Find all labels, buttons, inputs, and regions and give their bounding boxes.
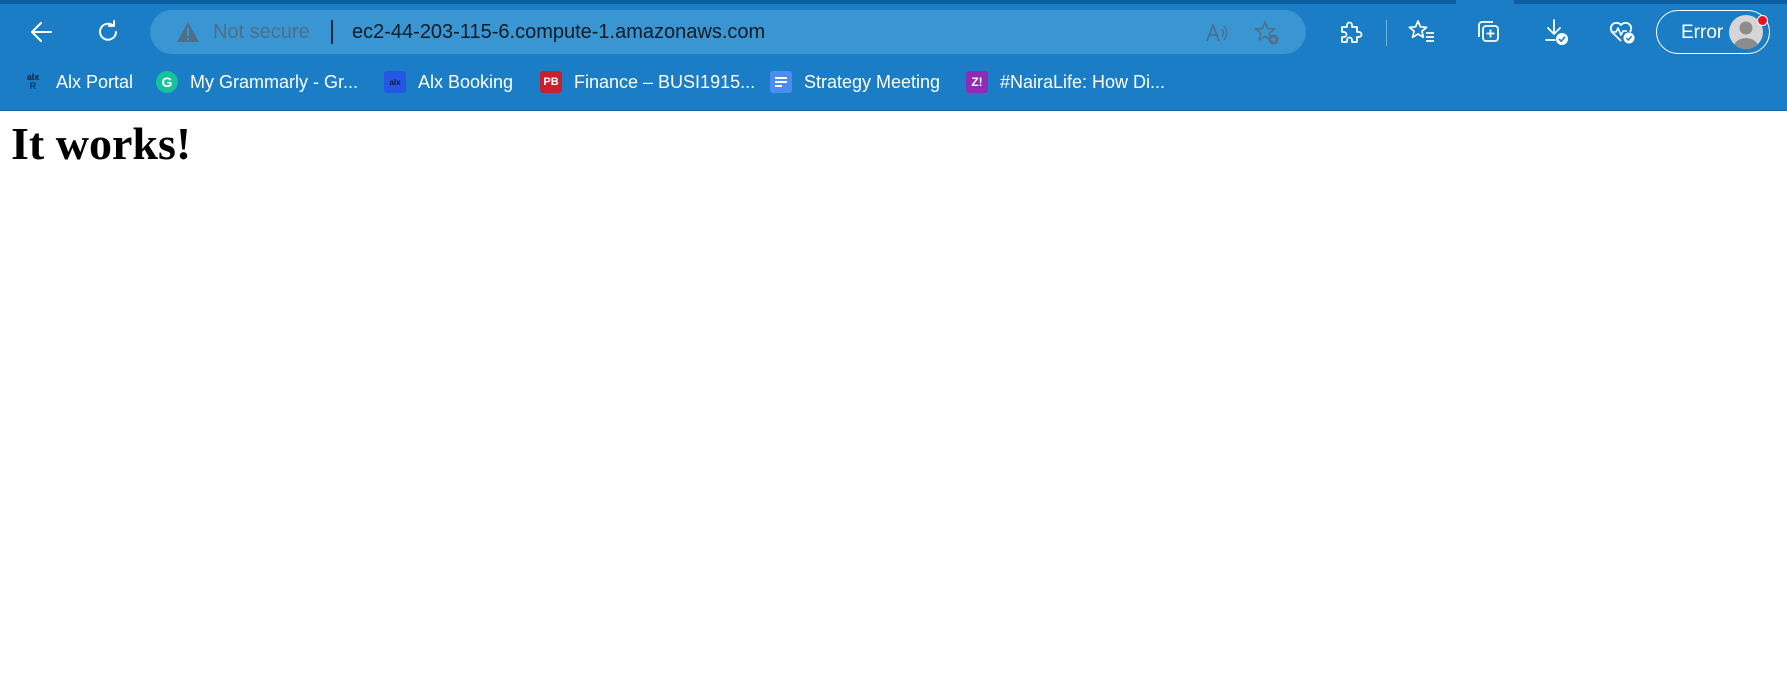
- browser-essentials-icon: [1609, 21, 1635, 44]
- bookmark-label: Alx Booking: [418, 71, 514, 92]
- bookmark-label: Alx Portal: [56, 71, 134, 92]
- download-icon: [1545, 19, 1568, 45]
- pb-icon: PB: [540, 71, 562, 93]
- back-button[interactable]: [20, 10, 64, 54]
- bookmark-label: Finance – BUSI1915...: [574, 71, 756, 92]
- favorites-button[interactable]: [1400, 10, 1444, 54]
- page-heading: It works!: [11, 118, 192, 169]
- extensions-button[interactable]: [1328, 10, 1372, 54]
- google-docs-icon: [770, 71, 792, 93]
- bookmark-alx-booking[interactable]: alx Alx Booking: [384, 68, 513, 96]
- browser-toolbar: Not secure ec2-44-203-115-6.compute-1.am…: [0, 4, 1787, 62]
- profile-status-label: Error: [1681, 22, 1724, 43]
- toolbar-separator: [1386, 20, 1387, 46]
- security-status-label[interactable]: Not secure: [213, 21, 310, 44]
- add-favorite-icon: [1254, 21, 1279, 45]
- refresh-icon: [99, 20, 117, 41]
- alx-r-icon: alx R: [26, 72, 40, 91]
- page-content: It works!: [0, 111, 1787, 675]
- back-arrow-icon: [31, 22, 52, 42]
- read-aloud-button[interactable]: [1204, 20, 1230, 46]
- bookmark-strategy-meeting[interactable]: Strategy Meeting: [770, 68, 940, 96]
- collections-icon: [1478, 21, 1499, 42]
- bookmark-nairalife[interactable]: Z! #NairaLife: How Di...: [966, 68, 1165, 96]
- bookmark-label: Strategy Meeting: [804, 71, 941, 92]
- alx-icon: alx: [384, 71, 406, 93]
- favorites-list-icon: [1408, 20, 1434, 42]
- browser-essentials-button[interactable]: [1600, 10, 1644, 54]
- bookmark-grammarly[interactable]: G My Grammarly - Gr...: [156, 68, 358, 96]
- add-favorite-button[interactable]: [1254, 20, 1280, 46]
- puzzle-piece-icon: [1341, 21, 1363, 43]
- favorites-bar: alx R Alx Portal G My Grammarly - Gr... …: [0, 62, 1787, 102]
- address-bar[interactable]: Not secure ec2-44-203-115-6.compute-1.am…: [150, 10, 1306, 54]
- url-text[interactable]: ec2-44-203-115-6.compute-1.amazonaws.com: [352, 21, 765, 44]
- profile-button[interactable]: Error: [1656, 10, 1770, 54]
- bookmark-alx-portal[interactable]: alx R Alx Portal: [22, 68, 133, 96]
- error-status-dot: [1757, 15, 1768, 26]
- bookmark-label: My Grammarly - Gr...: [190, 71, 358, 92]
- bookmark-finance[interactable]: PB Finance – BUSI1915...: [540, 68, 755, 96]
- zikoko-icon: Z!: [966, 71, 988, 93]
- bookmark-label: #NairaLife: How Di...: [1000, 71, 1166, 92]
- browser-chrome: Not secure ec2-44-203-115-6.compute-1.am…: [0, 0, 1787, 111]
- warning-triangle-icon[interactable]: [176, 20, 200, 44]
- read-aloud-icon: [1206, 24, 1228, 42]
- address-separator: [331, 20, 333, 44]
- collections-button[interactable]: [1466, 10, 1510, 54]
- grammarly-icon: G: [156, 71, 178, 93]
- refresh-button[interactable]: [86, 10, 130, 54]
- downloads-button[interactable]: [1534, 10, 1578, 54]
